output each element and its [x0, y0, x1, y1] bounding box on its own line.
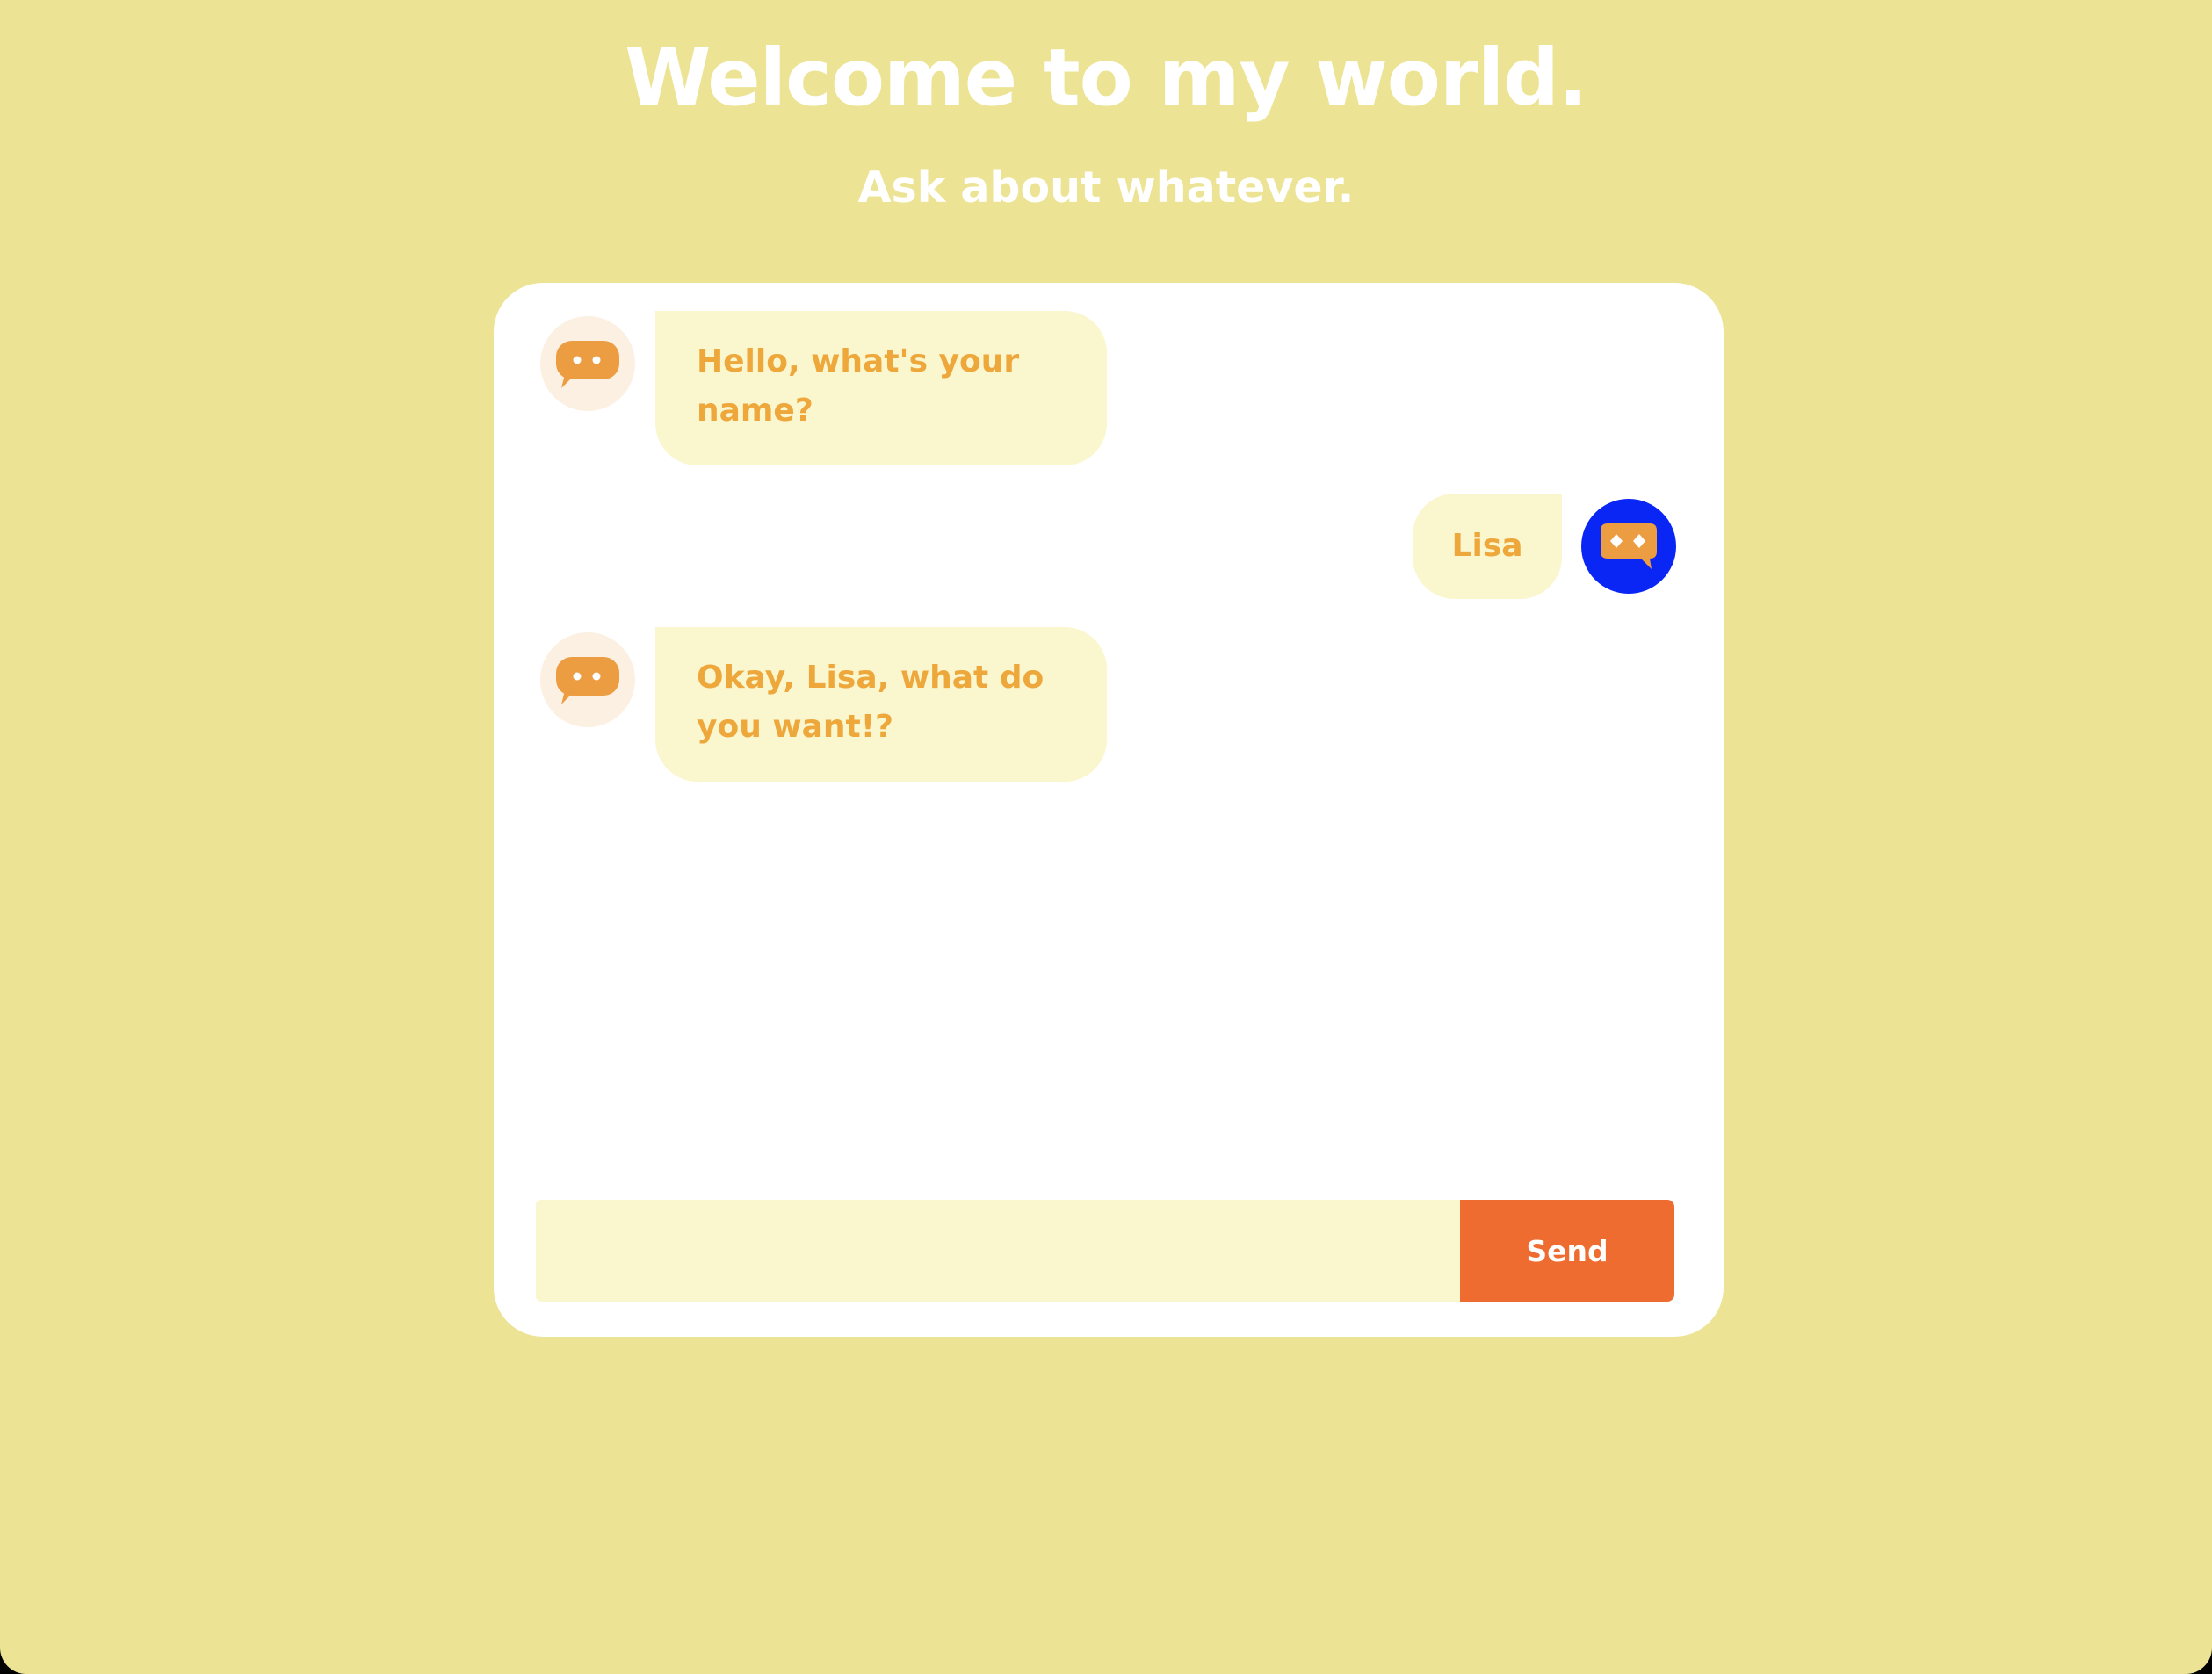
- bot-avatar: [540, 316, 635, 411]
- chat-bubble-icon: [556, 341, 619, 388]
- user-message-bubble: Lisa: [1413, 494, 1562, 599]
- page-title: Welcome to my world.: [625, 32, 1588, 123]
- message-input[interactable]: [536, 1200, 1460, 1302]
- bot-avatar: [540, 632, 635, 727]
- user-avatar: [1581, 499, 1676, 594]
- mask-icon: [1601, 523, 1657, 569]
- chat-bubble-icon: [556, 657, 619, 704]
- bot-message-bubble: Okay, Lisa, what do you want!?: [655, 627, 1107, 782]
- page-background: Welcome to my world. Ask about whatever.…: [0, 0, 2212, 1674]
- bot-message-text: Okay, Lisa, what do you want!?: [697, 660, 1045, 745]
- bot-message-bubble: Hello, what's your name?: [655, 311, 1107, 465]
- user-message-text: Lisa: [1451, 528, 1523, 564]
- page-subtitle: Ask about whatever.: [857, 162, 1355, 213]
- bot-message-text: Hello, what's your name?: [697, 343, 1020, 429]
- send-button[interactable]: Send: [1460, 1200, 1674, 1302]
- chat-window: Hello, what's your name? Lisa Okay, Lisa…: [494, 283, 1724, 1337]
